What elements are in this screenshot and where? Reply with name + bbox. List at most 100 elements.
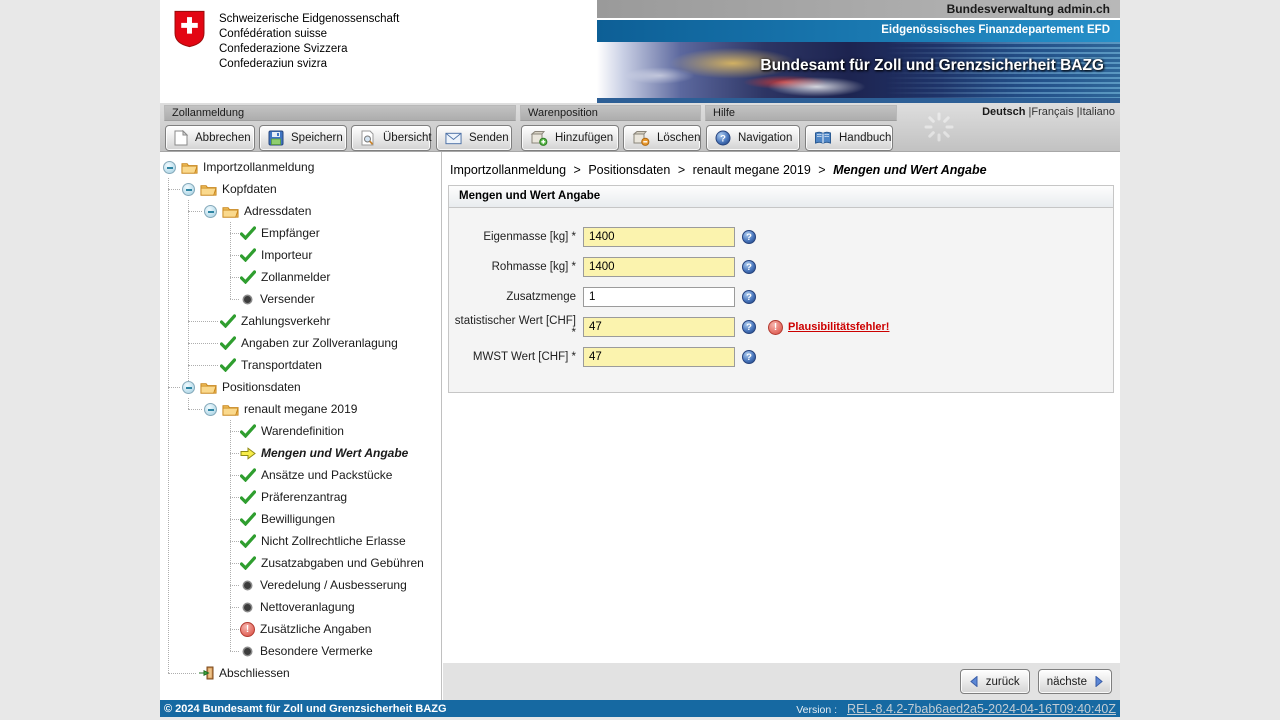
version-info: Version : REL-8.4.2-7bab6aed2a5-2024-04-…	[796, 702, 1116, 716]
check-icon	[240, 512, 256, 526]
field-help-icon[interactable]: ?	[742, 320, 756, 334]
zusatzmenge-input[interactable]	[583, 287, 735, 307]
tree-item-renault-megane-2019[interactable]: renault megane 2019	[160, 398, 441, 420]
abbrechen-label: Abbrechen	[195, 132, 251, 144]
e-dec-web-application: Schweizerische Eidgenossenschaft Confédé…	[160, 0, 1120, 717]
zurueck-label: zurück	[986, 676, 1020, 688]
breadcrumb-separator: >	[678, 163, 685, 177]
breadcrumb-segment: Importzollanmeldung	[450, 163, 566, 177]
statistischer-wert-input[interactable]	[583, 317, 735, 337]
uebersicht-button[interactable]: Übersicht	[351, 125, 431, 151]
abbrechen-button[interactable]: Abbrechen	[165, 125, 255, 151]
speichern-label: Speichern	[291, 132, 343, 144]
navigation-button[interactable]: ? Navigation	[706, 125, 800, 151]
plausibility-error-link[interactable]: Plausibilitätsfehler!	[788, 321, 889, 333]
check-icon	[240, 424, 256, 438]
language-italiano[interactable]: Italiano	[1080, 106, 1115, 118]
tree-item-veredelung-ausbesserung[interactable]: Veredelung / Ausbesserung	[160, 574, 441, 596]
field-help-icon[interactable]: ?	[742, 350, 756, 364]
send-icon	[445, 132, 462, 145]
field-row-zusatzmenge: Zusatzmenge ?	[449, 282, 1113, 312]
rohmasse-input[interactable]	[583, 257, 735, 277]
tree-item-zollanmelder[interactable]: Zollanmelder	[160, 266, 441, 288]
tree-item-praeferenzantrag[interactable]: Präferenzantrag	[160, 486, 441, 508]
collapse-icon[interactable]	[182, 381, 195, 394]
finish-door-icon	[198, 666, 214, 680]
mwst-wert-input[interactable]	[583, 347, 735, 367]
tree-item-ansaetze-und-packstuecke[interactable]: Ansätze und Packstücke	[160, 464, 441, 486]
check-icon	[240, 226, 256, 240]
tree-item-importzollanmeldung[interactable]: Importzollanmeldung	[160, 156, 441, 178]
check-icon	[220, 336, 236, 350]
loeschen-button[interactable]: Löschen	[623, 125, 701, 151]
loeschen-label: Löschen	[657, 132, 700, 144]
language-francais[interactable]: Français	[1031, 106, 1073, 118]
current-arrow-icon	[240, 447, 256, 460]
senden-button[interactable]: Senden	[436, 125, 512, 151]
tree-item-abschliessen[interactable]: Abschliessen	[160, 662, 441, 684]
tree-item-adressdaten[interactable]: Adressdaten	[160, 200, 441, 222]
folder-icon	[222, 205, 239, 218]
version-link[interactable]: REL-8.4.2-7bab6aed2a5-2024-04-16T09:40:4…	[847, 702, 1116, 716]
field-help-icon[interactable]: ?	[742, 290, 756, 304]
handbuch-button[interactable]: Handbuch	[805, 125, 893, 151]
check-icon	[220, 314, 236, 328]
tree-item-zusaetzliche-angaben[interactable]: ! Zusätzliche Angaben	[160, 618, 441, 640]
tree-item-zusatzabgaben-und-gebuehren[interactable]: Zusatzabgaben und Gebühren	[160, 552, 441, 574]
panel-body: Eigenmasse [kg] * ? Rohmasse [kg] * ? Zu…	[449, 208, 1113, 392]
tree-item-kopfdaten[interactable]: Kopfdaten	[160, 178, 441, 200]
add-item-icon	[530, 130, 548, 146]
hinzufuegen-button[interactable]: Hinzufügen	[521, 125, 619, 151]
breadcrumb-segment: Positionsdaten	[588, 163, 670, 177]
navigation-label: Navigation	[738, 132, 792, 144]
admin-portal-bar[interactable]: Bundesverwaltung admin.ch	[597, 0, 1120, 18]
logo-line: Confederaziun svizra	[219, 57, 399, 72]
hinzufuegen-label: Hinzufügen	[555, 132, 613, 144]
logo-wordmark: Schweizerische Eidgenossenschaft Confédé…	[219, 10, 399, 72]
breadcrumb-separator: >	[574, 163, 581, 177]
speichern-button[interactable]: Speichern	[259, 125, 347, 151]
tree-item-versender[interactable]: Versender	[160, 288, 441, 310]
tree-item-bewilligungen[interactable]: Bewilligungen	[160, 508, 441, 530]
tree-item-importeur[interactable]: Importeur	[160, 244, 441, 266]
check-icon	[240, 270, 256, 284]
eigenmasse-input[interactable]	[583, 227, 735, 247]
tree-item-transportdaten[interactable]: Transportdaten	[160, 354, 441, 376]
bullet-icon	[244, 604, 251, 611]
tree-item-empfaenger[interactable]: Empfänger	[160, 222, 441, 244]
check-icon	[220, 358, 236, 372]
tree-item-positionsdaten[interactable]: Positionsdaten	[160, 376, 441, 398]
field-help-icon[interactable]: ?	[742, 260, 756, 274]
breadcrumb-current: Mengen und Wert Angabe	[833, 163, 986, 177]
arrow-right-icon	[1095, 676, 1103, 687]
naechste-button[interactable]: nächste	[1038, 669, 1112, 694]
collapse-icon[interactable]	[204, 403, 217, 416]
folder-icon	[200, 381, 217, 394]
field-help-icon[interactable]: ?	[742, 230, 756, 244]
tree-item-warendefinition[interactable]: Warendefinition	[160, 420, 441, 442]
tree-item-nettoveranlagung[interactable]: Nettoveranlagung	[160, 596, 441, 618]
field-row-statistischer-wert: statistischer Wert [CHF] * ? ! Plausibil…	[449, 312, 1113, 342]
collapse-icon[interactable]	[204, 205, 217, 218]
field-label: statistischer Wert [CHF] *	[449, 315, 576, 339]
field-label: MWST Wert [CHF] *	[449, 351, 576, 363]
mengen-und-wert-panel: Mengen und Wert Angabe Eigenmasse [kg] *…	[448, 185, 1114, 393]
language-deutsch: Deutsch	[982, 106, 1025, 118]
header-right-block: Bundesverwaltung admin.ch Eidgenössische…	[597, 0, 1120, 103]
plausibility-error: ! Plausibilitätsfehler!	[768, 320, 889, 335]
breadcrumb: Importzollanmeldung > Positionsdaten > r…	[443, 152, 1120, 177]
tree-item-zahlungsverkehr[interactable]: Zahlungsverkehr	[160, 310, 441, 332]
check-icon	[240, 534, 256, 548]
tree-item-besondere-vermerke[interactable]: Besondere Vermerke	[160, 640, 441, 662]
zurueck-button[interactable]: zurück	[960, 669, 1030, 694]
check-icon	[240, 248, 256, 262]
banner-photo: Bundesamt für Zoll und Grenzsicherheit B…	[597, 42, 1120, 103]
collapse-icon[interactable]	[182, 183, 195, 196]
tree-item-mengen-und-wert-angabe[interactable]: Mengen und Wert Angabe	[160, 442, 441, 464]
collapse-icon[interactable]	[163, 161, 176, 174]
field-label: Eigenmasse [kg] *	[449, 231, 576, 243]
error-icon: !	[240, 622, 255, 637]
folder-icon	[181, 161, 198, 174]
tree-item-angaben-zur-zollveranlagung[interactable]: Angaben zur Zollveranlagung	[160, 332, 441, 354]
tree-item-nicht-zollrechtliche-erlasse[interactable]: Nicht Zollrechtliche Erlasse	[160, 530, 441, 552]
